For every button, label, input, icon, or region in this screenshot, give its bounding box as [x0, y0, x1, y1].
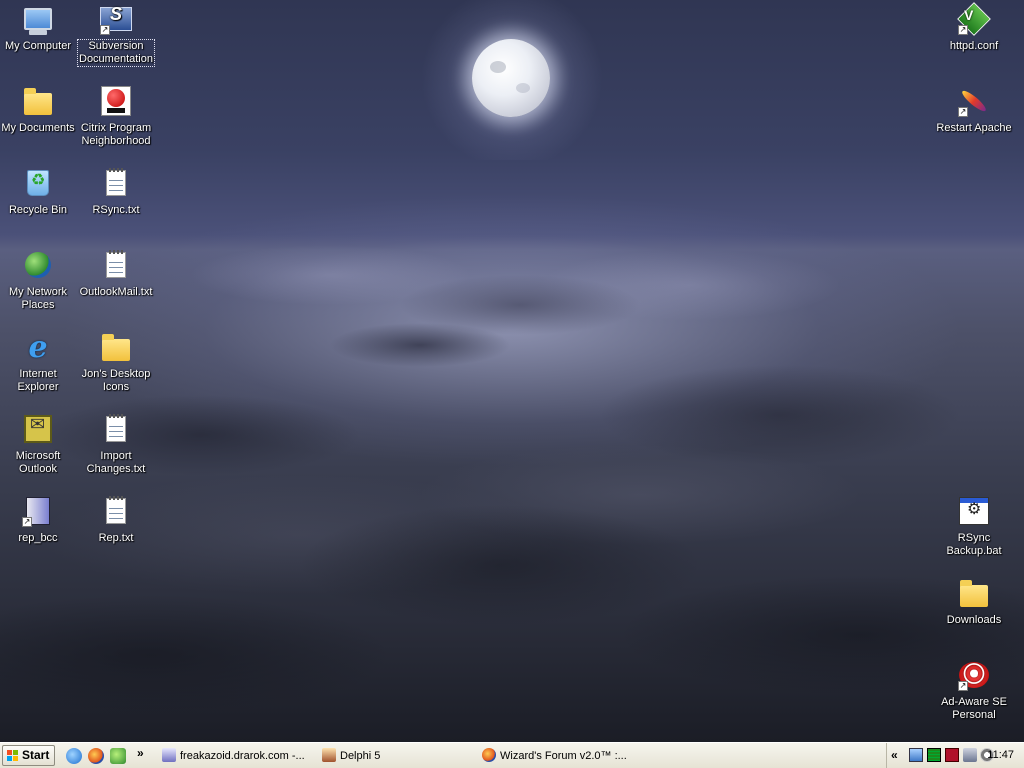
- network-tray-icon[interactable]: [909, 748, 923, 762]
- task-label: Delphi 5: [340, 750, 381, 762]
- icon-label: Recycle Bin: [8, 204, 68, 216]
- quick-launch-more-button[interactable]: »: [137, 746, 144, 760]
- quick-launch-firefox-icon[interactable]: [88, 748, 104, 764]
- recycle-bin-icon: [22, 167, 54, 199]
- icon-label: httpd.conf: [949, 40, 999, 52]
- icon-label: Subversion Documentation: [77, 39, 155, 67]
- text-file-icon: [100, 249, 132, 281]
- start-label: Start: [22, 748, 50, 762]
- desktop-icon-my-computer[interactable]: My Computer: [0, 3, 76, 53]
- moon: [472, 39, 550, 117]
- icon-label: Rep.txt: [98, 532, 134, 544]
- taskbar: Start » freakazoid.drarok.com -... Delph…: [0, 742, 1024, 768]
- icon-label: Ad-Aware SE Personal: [941, 696, 1007, 721]
- apache-feather-icon: [958, 85, 990, 117]
- taskbar-button-delphi[interactable]: Delphi 5: [320, 746, 470, 766]
- internet-explorer-icon: e: [28, 329, 48, 365]
- ad-aware-icon: ⦿: [958, 659, 990, 691]
- desktop-icon-import-changes-txt[interactable]: Import Changes.txt: [78, 413, 154, 476]
- icon-label: Microsoft Outlook: [15, 450, 61, 475]
- citrix-icon: [100, 85, 132, 117]
- batch-file-icon: [958, 495, 990, 527]
- desktop-icon-restart-apache[interactable]: Restart Apache: [936, 85, 1012, 135]
- icon-label: My Documents: [1, 122, 75, 134]
- desktop-icon-my-documents[interactable]: My Documents: [0, 85, 76, 135]
- vim-icon: V: [957, 2, 991, 36]
- shortcut-arrow-icon: [22, 517, 32, 527]
- task-label: Wizard's Forum v2.0™ :...: [500, 750, 627, 762]
- documents-folder-icon: [22, 85, 54, 117]
- folder-icon: [958, 577, 990, 609]
- desktop-icon-my-network-places[interactable]: My Network Places: [0, 249, 76, 312]
- icon-label: RSync Backup.bat: [946, 532, 1002, 557]
- taskbar-button-freakazoid[interactable]: freakazoid.drarok.com -...: [160, 746, 315, 766]
- desktop-icon-citrix-program-neighborhood[interactable]: Citrix Program Neighborhood: [78, 85, 154, 148]
- tray-expand-button[interactable]: «: [891, 748, 898, 762]
- icon-label: Internet Explorer: [17, 368, 59, 393]
- icon-label: Downloads: [946, 614, 1002, 626]
- desktop-icon-rsync-txt[interactable]: RSync.txt: [78, 167, 154, 217]
- folder-icon: [100, 331, 132, 363]
- taskbar-button-wizards-forum[interactable]: Wizard's Forum v2.0™ :...: [480, 746, 660, 766]
- desktop-icon-recycle-bin[interactable]: Recycle Bin: [0, 167, 76, 217]
- delphi-icon: [322, 748, 336, 762]
- meter-tray-icon[interactable]: [927, 748, 941, 762]
- windows-logo-icon: [7, 750, 19, 761]
- icon-label: Jon's Desktop Icons: [81, 368, 151, 393]
- icon-label: Citrix Program Neighborhood: [80, 122, 152, 147]
- subversion-icon: [100, 3, 132, 35]
- computer-icon: [22, 3, 54, 35]
- shortcut-arrow-icon: [958, 107, 968, 117]
- desktop-icon-outlookmail-txt[interactable]: OutlookMail.txt: [78, 249, 154, 299]
- desktop-icon-rsync-backup-bat[interactable]: RSync Backup.bat: [936, 495, 1012, 558]
- shortcut-arrow-icon: [958, 25, 968, 35]
- quick-launch-ie-icon[interactable]: [66, 748, 82, 764]
- shortcut-arrow-icon: [958, 681, 968, 691]
- clock[interactable]: 11:47: [987, 749, 1014, 761]
- icon-label: My Computer: [4, 40, 72, 52]
- shortcut-arrow-icon: [100, 25, 110, 35]
- icon-label: RSync.txt: [92, 204, 140, 216]
- printer-tray-icon[interactable]: [963, 748, 977, 762]
- firefox-icon: [482, 748, 496, 762]
- desktop-icon-ad-aware[interactable]: ⦿ Ad-Aware SE Personal: [936, 659, 1012, 722]
- quick-launch-media-icon[interactable]: [110, 748, 126, 764]
- icon-label: Restart Apache: [936, 122, 1012, 134]
- icon-label: OutlookMail.txt: [79, 286, 153, 298]
- desktop-icon-httpd-conf[interactable]: V httpd.conf: [936, 2, 1012, 53]
- icon-label: My Network Places: [8, 286, 68, 311]
- hardware-tray-icon[interactable]: [945, 748, 959, 762]
- network-places-icon: [22, 249, 54, 281]
- desktop-icon-internet-explorer[interactable]: e Internet Explorer: [0, 331, 76, 394]
- desktop-icon-subversion-documentation[interactable]: Subversion Documentation: [77, 3, 155, 67]
- text-file-icon: [100, 495, 132, 527]
- icon-label: Import Changes.txt: [86, 450, 146, 475]
- start-button[interactable]: Start: [2, 745, 55, 766]
- desktop-icon-jons-desktop-icons[interactable]: Jon's Desktop Icons: [78, 331, 154, 394]
- desktop-icon-rep-txt[interactable]: Rep.txt: [78, 495, 154, 545]
- text-file-icon: [100, 167, 132, 199]
- putty-icon: [162, 748, 176, 762]
- system-tray: « 11:47: [886, 743, 1024, 768]
- icon-label: rep_bcc: [18, 532, 58, 544]
- rep-bcc-icon: [22, 495, 54, 527]
- desktop-wallpaper: My Computer My Documents Recycle Bin My …: [0, 0, 1024, 742]
- task-label: freakazoid.drarok.com -...: [180, 750, 305, 762]
- outlook-icon: [22, 413, 54, 445]
- desktop-icon-microsoft-outlook[interactable]: Microsoft Outlook: [0, 413, 76, 476]
- cloud-layer: [0, 235, 1024, 742]
- desktop-icon-rep-bcc[interactable]: rep_bcc: [0, 495, 76, 545]
- desktop-icon-downloads[interactable]: Downloads: [936, 577, 1012, 627]
- text-file-icon: [100, 413, 132, 445]
